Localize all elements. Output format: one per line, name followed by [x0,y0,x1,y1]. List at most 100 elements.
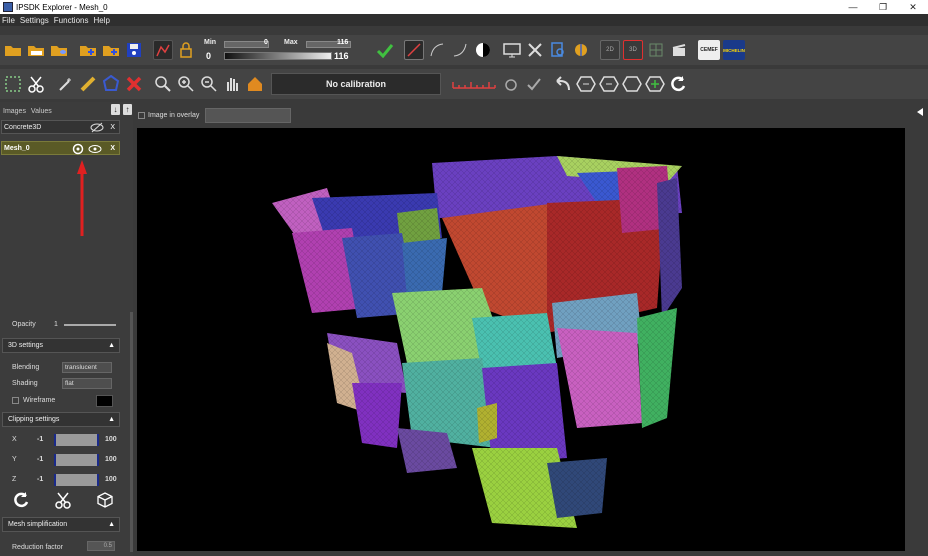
section-mesh-simplification[interactable]: Mesh simplification ▲ [2,517,120,532]
validate-icon[interactable] [524,74,544,94]
document-search-icon[interactable] [548,40,568,60]
left-panel: Images Values ↓ ↑ Concrete3D X Mesh_0 X … [0,102,133,556]
title-bar: IPSDK Explorer - Mesh_0 — ❐ ✕ [0,0,928,14]
polygon-icon[interactable] [101,74,121,94]
restore-button[interactable]: ❐ [868,2,898,13]
menu-bar: File Settings Functions Help [0,14,928,26]
curve-log-icon[interactable] [427,40,447,60]
remove-layer-button[interactable]: X [110,145,115,152]
clip-x-slider[interactable] [54,434,99,446]
3d-viewport[interactable] [137,128,905,551]
blending-label: Blending [12,364,40,371]
refresh-icon[interactable] [668,74,688,94]
cut-icon[interactable] [55,491,71,509]
panel-scrollbar[interactable] [130,312,133,552]
layer-item-mesh0[interactable]: Mesh_0 X [1,141,120,155]
move-down-icon[interactable]: ↓ [111,104,120,115]
select-region-icon[interactable] [3,74,23,94]
clip-z-slider[interactable] [54,474,99,486]
reduction-factor-input[interactable]: 0.5 [87,541,115,551]
undo-icon[interactable] [553,74,573,94]
clip-max: 100 [105,436,117,443]
curve-exp-icon[interactable] [450,40,470,60]
save-icon[interactable] [124,40,144,60]
wireframe-color-swatch[interactable] [96,395,113,407]
scale-bar-icon[interactable] [450,74,498,94]
view-2d-button[interactable]: 2D [600,40,620,60]
visible-eye-icon[interactable] [88,144,102,154]
overlay-select[interactable] [205,107,292,123]
wireframe-checkbox[interactable] [12,397,19,404]
shading-select[interactable]: flat [62,378,112,389]
menu-functions[interactable]: Functions [54,16,89,25]
cemef-logo[interactable]: CEMEF [698,40,720,60]
clip-y-slider[interactable] [54,454,99,466]
home-icon[interactable] [245,74,265,94]
curve-linear-icon[interactable] [404,40,424,60]
calibrate-icon[interactable] [501,74,521,94]
grid-icon[interactable] [646,40,666,60]
ruler-icon[interactable] [78,74,98,94]
scissors-icon[interactable] [26,74,46,94]
cube-icon[interactable] [96,491,114,509]
view-3d-button[interactable]: 3D [623,40,643,60]
tab-values[interactable]: Values [31,108,52,115]
delete-icon[interactable] [124,74,144,94]
min-top-value: 0 [264,39,268,46]
new-folder-icon[interactable] [78,40,98,60]
clapperboard-icon[interactable] [669,40,689,60]
calibration-display[interactable]: No calibration [271,73,441,95]
minimize-button[interactable]: — [838,2,868,12]
apply-check-icon[interactable] [375,40,395,60]
hex-add-icon[interactable] [645,74,665,94]
max-top-value: 116 [337,39,349,46]
menu-file[interactable]: File [2,16,15,25]
remove-layer-button[interactable]: X [110,124,115,131]
reset-clip-icon[interactable] [12,491,30,509]
range-slider[interactable] [224,52,332,60]
hex-open-icon[interactable] [622,74,642,94]
open-raw-icon[interactable] [26,40,46,60]
hex-erode-icon[interactable] [576,74,596,94]
contrast-icon[interactable] [473,40,493,60]
menu-settings[interactable]: Settings [20,16,49,25]
section-clipping-settings[interactable]: Clipping settings ▲ [2,412,120,427]
max-label: Max [284,39,298,46]
move-up-icon[interactable]: ↑ [123,104,132,115]
michelin-logo[interactable]: MICHELIN [723,40,745,60]
hidden-eye-icon[interactable] [90,122,104,133]
monitor-icon[interactable] [502,40,522,60]
lock-icon[interactable] [176,40,196,60]
blending-select[interactable]: translucent [62,362,112,373]
mesh-render[interactable] [137,128,905,551]
histogram-icon[interactable] [153,40,173,60]
settings-gear-icon[interactable] [72,143,84,155]
brain-icon[interactable] [571,40,591,60]
close-button[interactable]: ✕ [898,2,928,13]
zoom-out-icon[interactable] [199,74,219,94]
clip-axis-label: Z [12,476,17,483]
tools-icon[interactable] [525,40,545,60]
main-toolbar: Min 0 Max 116 0 116 2D 3D CEMEF MICHELIN [0,35,928,65]
open-database-icon[interactable] [49,40,69,60]
shading-row: Shading flat [0,377,120,391]
opacity-slider[interactable] [64,324,116,326]
open-folder-icon[interactable] [3,40,23,60]
clip-max: 100 [105,476,117,483]
pan-hand-icon[interactable] [222,74,242,94]
clip-max: 100 [105,456,117,463]
magic-wand-icon[interactable] [55,74,75,94]
overlay-checkbox[interactable] [138,111,145,119]
wireframe-row: Wireframe [0,394,120,408]
layer-item-concrete3d[interactable]: Concrete3D X [1,120,120,134]
zoom-in-icon[interactable] [176,74,196,94]
new-folder-alt-icon[interactable] [101,40,121,60]
hex-dilate-icon[interactable] [599,74,619,94]
min-bar[interactable] [224,41,269,48]
min-max-range: Min 0 Max 116 0 116 [204,37,372,63]
menu-help[interactable]: Help [93,16,109,25]
collapse-panel-icon[interactable] [917,108,923,116]
zoom-fit-icon[interactable] [153,74,173,94]
section-3d-settings[interactable]: 3D settings ▲ [2,338,120,353]
tab-images[interactable]: Images [3,108,26,115]
